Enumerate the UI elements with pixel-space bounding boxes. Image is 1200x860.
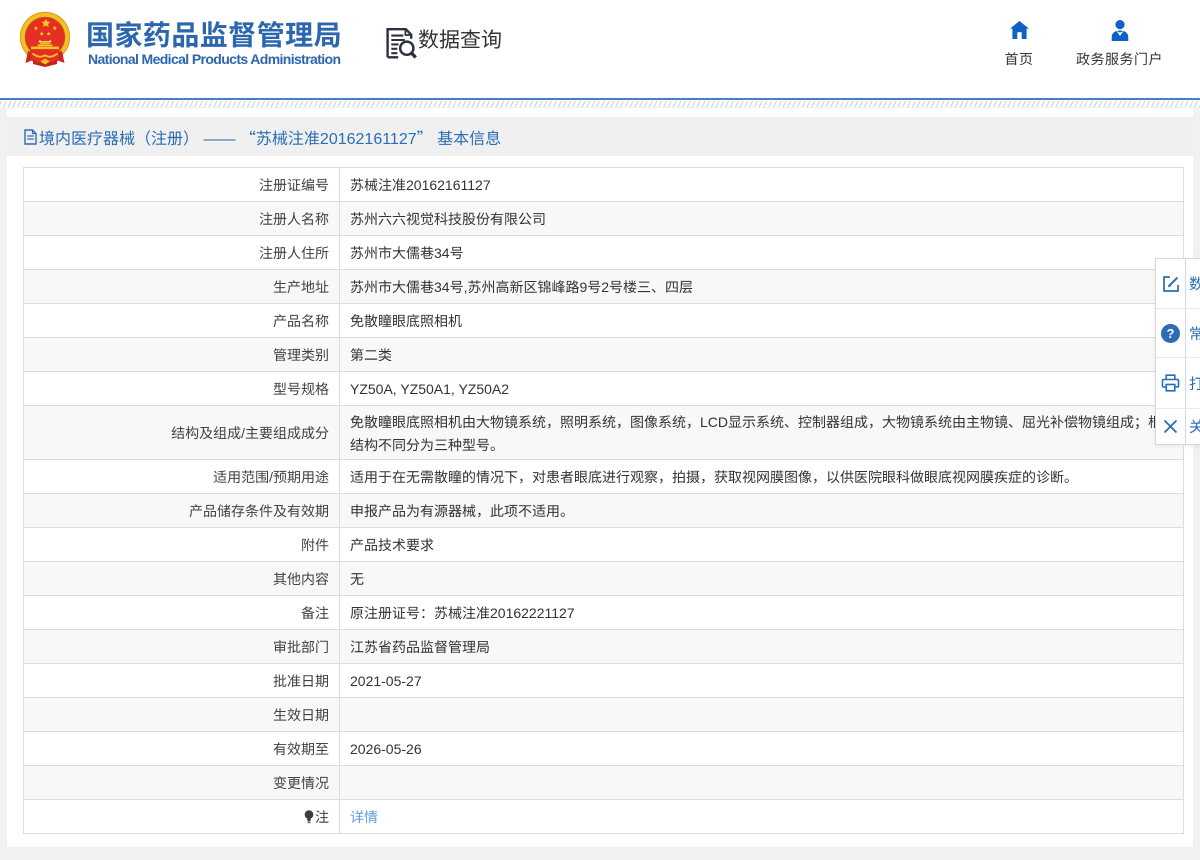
svg-text:?: ? [1167,326,1175,341]
